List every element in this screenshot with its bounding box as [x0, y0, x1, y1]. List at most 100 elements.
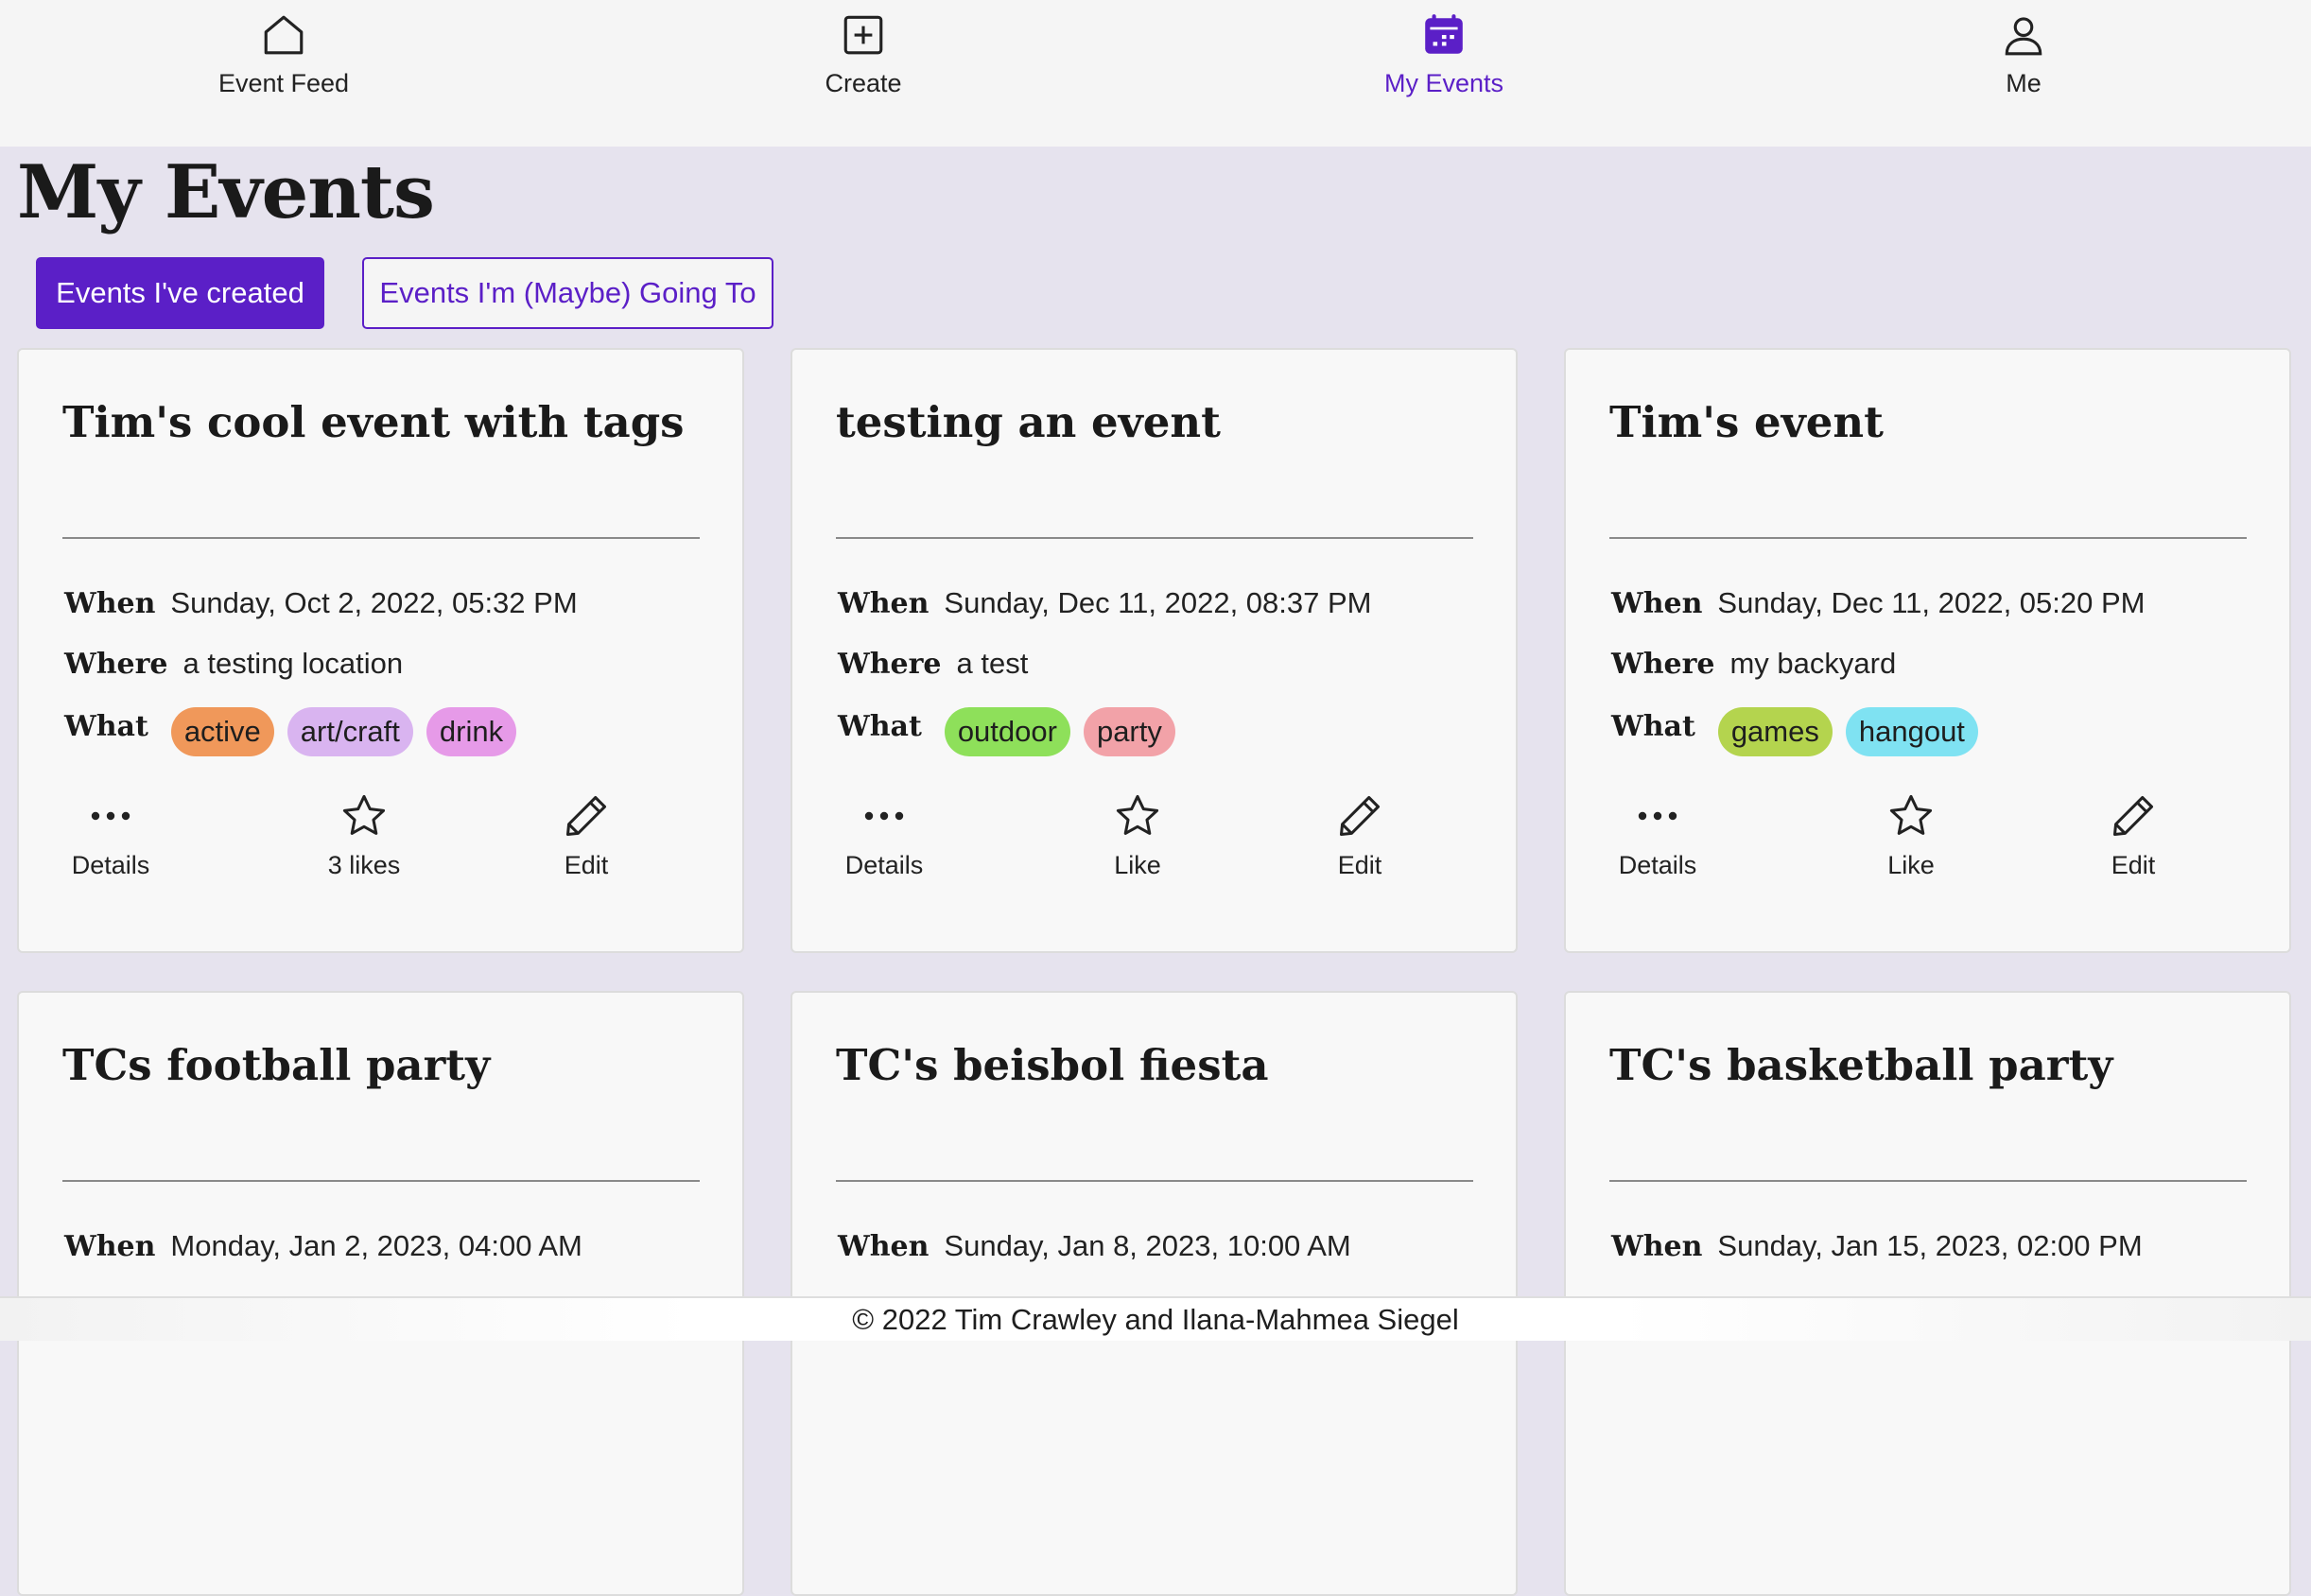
event-when: When Sunday, Jan 8, 2023, 10:00 AM [838, 1229, 1351, 1263]
footer: © 2022 Tim Crawley and Ilana-Mahmea Sieg… [0, 1296, 2311, 1341]
pencil-icon [1335, 785, 1384, 847]
where-value: my backyard [1729, 647, 1897, 680]
event-card: TC's basketball party When Sunday, Jan 1… [1564, 991, 2291, 1596]
details-label: Details [71, 851, 150, 879]
edit-label: Edit [564, 851, 609, 879]
when-label: When [1611, 1230, 1703, 1263]
tag: games [1717, 707, 1833, 756]
what-label: What [838, 709, 922, 743]
pencil-icon [2109, 785, 2158, 847]
pencil-icon [562, 785, 611, 847]
event-card: Tim's event When Sunday, Dec 11, 2022, 0… [1564, 348, 2291, 953]
when-label: When [1611, 587, 1703, 620]
where-label: Where [838, 648, 942, 681]
event-actions: Details Like Edit [792, 785, 1520, 889]
event-title: TCs football party [62, 1040, 491, 1090]
details-button[interactable]: Details [832, 785, 936, 880]
when-value: Sunday, Dec 11, 2022, 05:20 PM [1717, 586, 2146, 619]
when-label: When [838, 1230, 930, 1263]
nav-event-feed[interactable]: Event Feed [142, 9, 426, 104]
event-card: testing an event When Sunday, Dec 11, 20… [791, 348, 1518, 953]
user-icon [1998, 9, 2049, 61]
details-button[interactable]: Details [1606, 785, 1710, 880]
details-label: Details [844, 851, 924, 879]
details-button[interactable]: Details [59, 785, 163, 880]
like-button[interactable]: 3 likes [303, 785, 426, 880]
nav-create[interactable]: Create [721, 9, 1005, 104]
edit-label: Edit [1337, 851, 1382, 879]
when-value: Sunday, Jan 8, 2023, 10:00 AM [944, 1229, 1351, 1262]
like-label: Like [1887, 851, 1935, 879]
event-when: When Sunday, Dec 11, 2022, 08:37 PM [838, 586, 1372, 620]
when-label: When [838, 587, 930, 620]
tag: art/craft [287, 707, 413, 756]
when-value: Monday, Jan 2, 2023, 04:00 AM [170, 1229, 582, 1262]
footer-text: © 2022 Tim Crawley and Ilana-Mahmea Sieg… [852, 1302, 1459, 1336]
event-actions: Details 3 likes Edit [19, 785, 746, 889]
nav-label: Create [825, 69, 902, 97]
when-value: Sunday, Jan 15, 2023, 02:00 PM [1717, 1229, 2143, 1262]
when-value: Sunday, Dec 11, 2022, 08:37 PM [944, 586, 1372, 619]
event-when: When Sunday, Dec 11, 2022, 05:20 PM [1611, 586, 2146, 620]
star-icon [339, 785, 389, 847]
what-label: What [1611, 709, 1695, 743]
where-value: a test [956, 647, 1029, 680]
tag: party [1083, 707, 1175, 756]
more-dots-icon [863, 785, 905, 847]
tag: hangout [1845, 707, 1978, 756]
calendar-icon [1418, 9, 1469, 61]
tab-events-created[interactable]: Events I've created [36, 257, 324, 329]
event-title: Tim's cool event with tags [62, 397, 685, 447]
tag: outdoor [944, 707, 1070, 756]
divider [1609, 1180, 2247, 1182]
event-title: TC's beisbol fiesta [836, 1040, 1269, 1090]
event-actions: Details Like Edit [1566, 785, 2293, 889]
edit-button[interactable]: Edit [2076, 785, 2190, 880]
event-card: Tim's cool event with tags When Sunday, … [17, 348, 744, 953]
nav-label: Me [2006, 69, 2042, 97]
tag: drink [426, 707, 517, 756]
edit-button[interactable]: Edit [1303, 785, 1416, 880]
edit-button[interactable]: Edit [530, 785, 643, 880]
divider [62, 1180, 700, 1182]
tab-events-going[interactable]: Events I'm (Maybe) Going To [362, 257, 773, 329]
tag: active [170, 707, 274, 756]
when-label: When [64, 1230, 156, 1263]
like-button[interactable]: Like [1076, 785, 1199, 880]
event-card: TC's beisbol fiesta When Sunday, Jan 8, … [791, 991, 1518, 1596]
like-label: 3 likes [327, 851, 401, 879]
when-label: When [64, 587, 156, 620]
where-label: Where [64, 648, 168, 681]
nav-label: Event Feed [217, 69, 350, 97]
when-value: Sunday, Oct 2, 2022, 05:32 PM [170, 586, 578, 619]
event-when: When Sunday, Jan 15, 2023, 02:00 PM [1611, 1229, 2143, 1263]
divider [836, 537, 1473, 539]
event-what: What active art/craft drink [64, 707, 530, 756]
like-label: Like [1114, 851, 1161, 879]
star-icon [1886, 785, 1936, 847]
event-title: Tim's event [1609, 397, 1884, 447]
divider [62, 537, 700, 539]
event-when: When Sunday, Oct 2, 2022, 05:32 PM [64, 586, 578, 620]
what-label: What [64, 709, 148, 743]
divider [1609, 537, 2247, 539]
event-card: TCs football party When Monday, Jan 2, 2… [17, 991, 744, 1596]
plus-square-icon [838, 9, 889, 61]
top-navigation: Event Feed Create My Events Me [0, 0, 2311, 147]
details-label: Details [1618, 851, 1697, 879]
edit-label: Edit [2111, 851, 2156, 879]
event-where: Where a testing location [64, 647, 403, 681]
nav-me[interactable]: Me [1882, 9, 2165, 104]
event-what: What games hangout [1611, 707, 1991, 756]
event-where: Where a test [838, 647, 1028, 681]
more-dots-icon [1637, 785, 1678, 847]
star-icon [1113, 785, 1162, 847]
event-title: testing an event [836, 397, 1221, 447]
home-icon [258, 9, 309, 61]
like-button[interactable]: Like [1850, 785, 1972, 880]
page-title: My Events [17, 149, 435, 235]
nav-my-events[interactable]: My Events [1302, 9, 1586, 104]
more-dots-icon [90, 785, 131, 847]
event-title: TC's basketball party [1609, 1040, 2113, 1090]
divider [836, 1180, 1473, 1182]
